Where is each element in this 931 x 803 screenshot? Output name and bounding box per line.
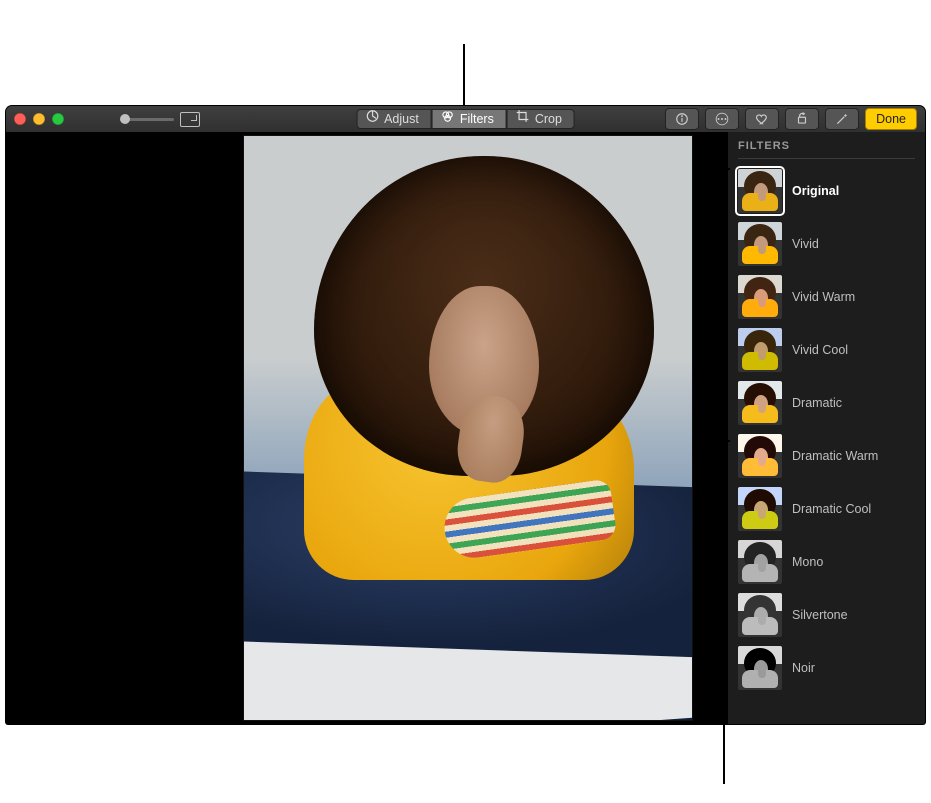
crop-icon — [516, 109, 530, 129]
filter-option[interactable]: Dramatic Warm — [738, 434, 915, 478]
tab-crop[interactable]: Crop — [507, 109, 575, 129]
adjust-icon — [365, 109, 379, 129]
filter-thumbnail — [738, 381, 782, 425]
filter-option[interactable]: Mono — [738, 540, 915, 584]
filter-thumbnail — [738, 169, 782, 213]
tab-adjust-label: Adjust — [384, 110, 419, 129]
photos-edit-window: Adjust Filters Cro — [6, 106, 925, 724]
filter-option-label: Original — [792, 184, 839, 198]
rotate-button[interactable] — [785, 108, 819, 130]
filter-thumbnail — [738, 434, 782, 478]
filter-option-label: Vivid Warm — [792, 290, 855, 304]
filter-option-label: Mono — [792, 555, 823, 569]
filter-option[interactable]: Silvertone — [738, 593, 915, 637]
filter-option-label: Silvertone — [792, 608, 848, 622]
tab-filters[interactable]: Filters — [432, 109, 507, 129]
filter-option[interactable]: Vivid — [738, 222, 915, 266]
tab-adjust[interactable]: Adjust — [356, 109, 432, 129]
minimize-window-button[interactable] — [33, 113, 45, 125]
filter-option[interactable]: Vivid Warm — [738, 275, 915, 319]
tab-crop-label: Crop — [535, 110, 562, 129]
done-button-label: Done — [876, 112, 906, 126]
filter-option-label: Dramatic Cool — [792, 502, 871, 516]
auto-enhance-button[interactable] — [825, 108, 859, 130]
callout-bracket-upper — [722, 168, 730, 442]
toolbar-right: Done — [665, 108, 917, 130]
filter-option[interactable]: Dramatic — [738, 381, 915, 425]
filter-thumbnail — [738, 646, 782, 690]
zoom-slider-track[interactable] — [120, 118, 174, 121]
window-controls — [14, 113, 64, 125]
filters-icon — [441, 109, 455, 129]
callout-line-to-filters-tab — [463, 44, 465, 106]
filter-option[interactable]: Dramatic Cool — [738, 487, 915, 531]
done-button[interactable]: Done — [865, 108, 917, 130]
zoom-slider-thumb[interactable] — [120, 114, 130, 124]
fullscreen-window-button[interactable] — [52, 113, 64, 125]
filter-thumbnail — [738, 328, 782, 372]
filter-option-label: Vivid Cool — [792, 343, 848, 357]
callout-bracket-lower — [716, 442, 724, 724]
edited-photo — [244, 136, 692, 720]
filters-sidebar: FILTERS Original Vivid Vivid Warm Vivid Coo… — [727, 132, 925, 724]
filter-option[interactable]: Original — [738, 169, 915, 213]
tab-filters-label: Filters — [460, 110, 494, 129]
zoom-slider[interactable] — [120, 112, 200, 127]
filter-option-label: Vivid — [792, 237, 819, 251]
filters-panel-header: FILTERS — [738, 140, 915, 159]
filter-option-label: Noir — [792, 661, 815, 675]
filter-thumbnail — [738, 487, 782, 531]
more-options-button[interactable] — [705, 108, 739, 130]
image-viewer[interactable] — [6, 132, 727, 724]
filter-option[interactable]: Vivid Cool — [738, 328, 915, 372]
filter-thumbnail — [738, 275, 782, 319]
info-button[interactable] — [665, 108, 699, 130]
filters-list: Original Vivid Vivid Warm Vivid Cool Dramati… — [738, 169, 915, 690]
window-titlebar: Adjust Filters Cro — [6, 106, 925, 133]
callout-line-below-window — [723, 724, 725, 784]
close-window-button[interactable] — [14, 113, 26, 125]
filter-option[interactable]: Noir — [738, 646, 915, 690]
zoom-fit-icon[interactable] — [180, 112, 200, 127]
filter-thumbnail — [738, 222, 782, 266]
edit-mode-tabs: Adjust Filters Cro — [356, 109, 575, 129]
filter-option-label: Dramatic — [792, 396, 842, 410]
filter-thumbnail — [738, 593, 782, 637]
filter-option-label: Dramatic Warm — [792, 449, 878, 463]
favorite-button[interactable] — [745, 108, 779, 130]
filter-thumbnail — [738, 540, 782, 584]
